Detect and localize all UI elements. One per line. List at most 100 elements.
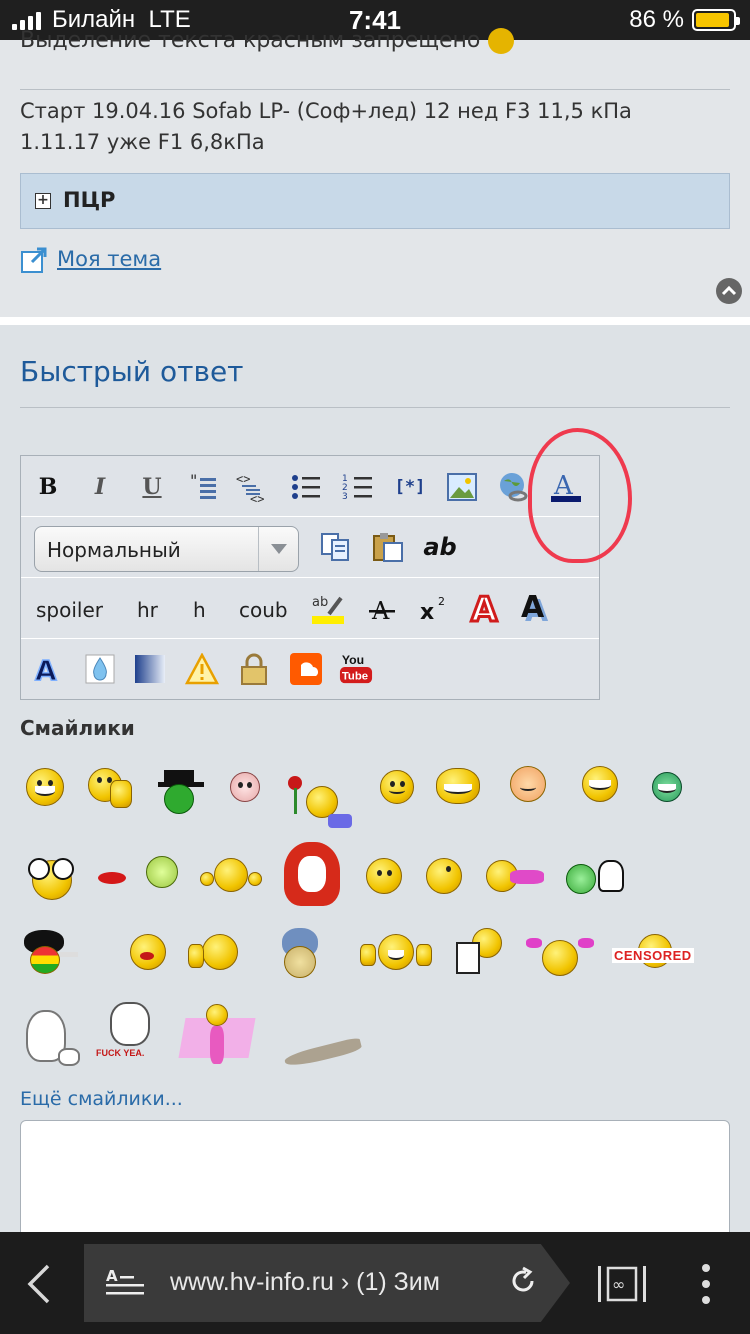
smiley-dancer[interactable] — [178, 1004, 256, 1070]
svg-text:∞: ∞ — [612, 1275, 625, 1294]
back-icon[interactable] — [22, 1262, 58, 1306]
smiley-rasta[interactable] — [24, 930, 78, 976]
svg-text:Tube: Tube — [342, 670, 368, 682]
smiley-smile[interactable] — [380, 770, 416, 806]
smiley-double-thumbs[interactable] — [360, 934, 434, 972]
bullet-list-icon — [292, 475, 320, 499]
copy-button[interactable] — [319, 530, 353, 564]
insert-image-button[interactable] — [445, 470, 479, 504]
format-select[interactable]: Нормальный — [34, 526, 299, 572]
soundcloud-icon — [290, 653, 322, 685]
h-button[interactable]: h — [193, 598, 206, 622]
youtube-button[interactable]: You Tube — [339, 651, 373, 685]
lock-icon — [241, 653, 267, 685]
warning-button[interactable] — [185, 652, 219, 686]
svg-text:You: You — [342, 653, 364, 667]
link-icon — [500, 473, 528, 502]
shadow-font-icon: A A — [521, 590, 549, 624]
paste-button[interactable] — [371, 530, 405, 564]
scroll-top-button[interactable] — [716, 278, 742, 304]
censored-label: CENSORED — [612, 948, 694, 963]
chevron-up-icon — [721, 285, 737, 296]
svg-text:": " — [190, 472, 197, 490]
spoiler-button[interactable]: spoiler — [36, 598, 103, 622]
numbered-list-button[interactable]: 1 2 3 — [341, 470, 375, 504]
reload-icon[interactable] — [508, 1266, 538, 1296]
image-icon — [447, 473, 477, 501]
smiley-teeth[interactable] — [652, 772, 684, 804]
browser-toolbar: A www.hv-info.ru › (1) Зим ∞ — [0, 1232, 750, 1334]
spoiler-pcr[interactable]: + ПЦР — [20, 173, 730, 229]
smiley-glasses[interactable] — [26, 852, 76, 902]
more-menu-icon[interactable] — [700, 1262, 712, 1306]
superscript-button[interactable]: x 2 — [417, 592, 451, 626]
coub-button[interactable]: coub — [239, 598, 288, 622]
smiley-censored[interactable]: CENSORED — [612, 934, 708, 974]
hr-button[interactable]: hr — [137, 598, 158, 622]
smiley-mouth-open[interactable] — [130, 934, 168, 972]
smiley-thumb[interactable] — [188, 934, 244, 972]
smiley-hat[interactable] — [158, 770, 204, 816]
remove-format-button[interactable]: ab — [423, 530, 457, 564]
smiley-trollface[interactable] — [436, 768, 482, 808]
smiley-rage-face[interactable] — [22, 1010, 80, 1070]
smiley-blush[interactable] — [510, 766, 550, 806]
soundcloud-button[interactable] — [289, 652, 323, 686]
quote-icon: " — [190, 472, 216, 499]
red-text-button[interactable]: A — [469, 590, 503, 624]
expand-icon[interactable]: + — [35, 193, 51, 209]
shadow-text-button[interactable]: A A — [519, 590, 553, 624]
smiley-crocodile[interactable] — [283, 1032, 364, 1070]
glow-font-icon: A — [34, 653, 58, 685]
gradient-button[interactable] — [133, 652, 167, 686]
glow-text-button[interactable]: A — [31, 652, 65, 686]
underline-button[interactable]: U — [135, 470, 169, 504]
smiley-girl[interactable] — [526, 934, 594, 978]
tabs-icon[interactable]: ∞ — [596, 1262, 648, 1306]
hide-button[interactable] — [237, 652, 271, 686]
strikethrough-button[interactable]: A — [365, 592, 399, 626]
my-topic-link[interactable]: Моя тема — [57, 247, 161, 271]
section-divider — [0, 317, 750, 325]
smiley-thumbs-up[interactable] — [88, 766, 134, 810]
smiley-shrug[interactable] — [200, 858, 262, 894]
copy-icon — [321, 533, 349, 561]
svg-text:<>: <> — [236, 472, 250, 486]
more-smilies-link[interactable]: Ещё смайлики... — [20, 1088, 183, 1110]
bold-button[interactable]: B — [31, 470, 65, 504]
battery-icon — [692, 9, 740, 31]
italic-button[interactable]: I — [83, 470, 117, 504]
smiley-kiss-lips[interactable] — [98, 872, 128, 886]
code-button[interactable]: <> <> — [235, 470, 269, 504]
smiley-tongue[interactable] — [486, 860, 546, 894]
blur-button[interactable] — [83, 652, 117, 686]
reader-mode-icon[interactable]: A — [106, 1268, 148, 1298]
smiley-rose[interactable] — [284, 776, 360, 830]
smiley-fuck-yea[interactable]: FUCK YEA. — [96, 1002, 166, 1070]
post-text: Выделение текста красным запрещено — [20, 28, 515, 54]
font-color-button[interactable]: A — [549, 470, 583, 504]
quote-button[interactable]: " — [187, 470, 221, 504]
smiley-wave[interactable] — [566, 860, 628, 896]
toolbar-row: A You Tube — [21, 640, 599, 700]
smiley-masked[interactable] — [270, 928, 334, 980]
smiley-grin[interactable] — [26, 768, 66, 808]
smiley-reading[interactable] — [454, 928, 506, 978]
svg-text:A: A — [106, 1268, 118, 1285]
list-item-button[interactable]: [*] — [393, 470, 427, 504]
smiley-redhead[interactable] — [284, 842, 344, 914]
smiley-roll-eyes[interactable] — [426, 858, 464, 896]
insert-link-button[interactable] — [497, 470, 531, 504]
smiley-sick[interactable] — [146, 856, 182, 892]
bullet-list-button[interactable] — [289, 470, 323, 504]
smiley-laugh[interactable] — [580, 766, 620, 808]
numbered-list-icon: 1 2 3 — [342, 474, 372, 502]
address-bar[interactable]: A www.hv-info.ru › (1) Зим — [84, 1244, 570, 1322]
smiley-wink[interactable] — [366, 858, 404, 896]
smiley-angry[interactable] — [230, 772, 262, 804]
highlight-button[interactable]: ab — [311, 592, 345, 626]
droplet-icon — [85, 654, 115, 684]
list-item-icon: [*] — [394, 477, 426, 497]
highlight-icon: ab — [312, 595, 344, 624]
url-text: www.hv-info.ru › (1) Зим — [170, 1268, 440, 1296]
